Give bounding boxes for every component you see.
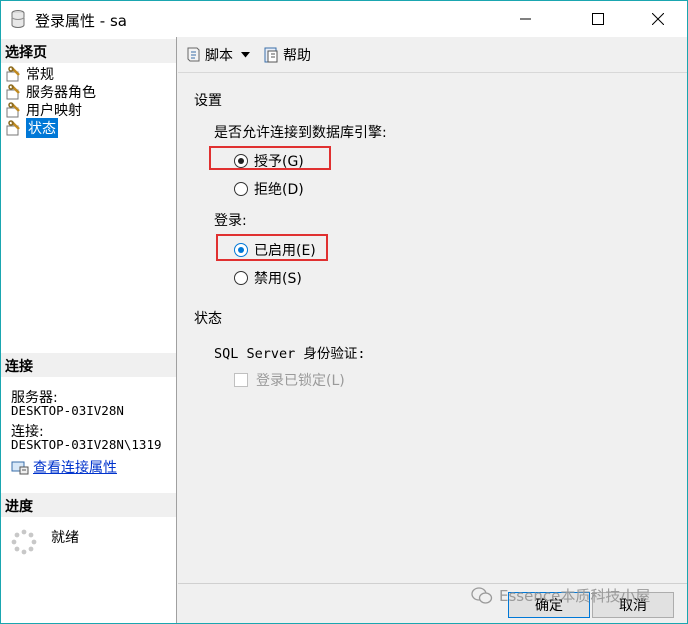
server-value: DESKTOP-03IV28N bbox=[11, 403, 124, 418]
help-label: 帮助 bbox=[283, 48, 311, 64]
page-wrench-icon bbox=[6, 84, 20, 100]
maximize-button[interactable] bbox=[575, 1, 621, 37]
script-label: 脚本 bbox=[205, 48, 233, 64]
page-item-server-roles[interactable]: 服务器角色 bbox=[5, 83, 96, 101]
connection-value: DESKTOP-03IV28N\1319 bbox=[11, 437, 162, 452]
status-page-content: 设置 是否允许连接到数据库引擎: 授予(G) 拒绝(D) 登录: 已启用(E) … bbox=[178, 74, 687, 583]
page-wrench-icon bbox=[6, 66, 20, 82]
watermark-text: Essence本质科技小屋 bbox=[499, 587, 651, 605]
page-item-label: 用户映射 bbox=[26, 103, 82, 119]
connection-properties-icon bbox=[11, 461, 29, 475]
progress-header: 进度 bbox=[1, 493, 176, 517]
settings-section-title: 设置 bbox=[194, 93, 222, 109]
login-locked-label: 登录已锁定(L) bbox=[256, 373, 345, 389]
status-section-title: 状态 bbox=[194, 311, 222, 327]
disabled-radio[interactable]: 禁用(S) bbox=[234, 268, 302, 288]
login-label: 登录: bbox=[214, 213, 247, 229]
disabled-radio-label: 禁用(S) bbox=[254, 271, 302, 287]
script-button[interactable]: 脚本 bbox=[184, 45, 250, 65]
radio-button[interactable] bbox=[234, 154, 248, 168]
progress-status: 就绪 bbox=[51, 530, 79, 546]
progress-spinner-icon bbox=[11, 529, 37, 555]
title-bar[interactable]: 登录属性 - sa bbox=[1, 1, 687, 37]
deny-radio[interactable]: 拒绝(D) bbox=[234, 179, 304, 199]
login-locked-checkbox: 登录已锁定(L) bbox=[234, 370, 345, 390]
view-connection-properties-label: 查看连接属性 bbox=[33, 460, 117, 476]
database-icon bbox=[11, 10, 25, 28]
script-icon bbox=[187, 47, 200, 62]
login-properties-window: 登录属性 - sa 选择页 常规 服务器角色 用户映射 状态 连接 服务器: D… bbox=[0, 0, 688, 624]
radio-button[interactable] bbox=[234, 271, 248, 285]
toolbar: 脚本 帮助 bbox=[178, 37, 687, 73]
minimize-button[interactable] bbox=[503, 1, 549, 37]
permission-question-label: 是否允许连接到数据库引擎: bbox=[214, 125, 387, 141]
deny-radio-label: 拒绝(D) bbox=[254, 182, 304, 198]
help-icon bbox=[264, 47, 278, 63]
wechat-icon bbox=[471, 586, 493, 604]
left-pane: 选择页 常规 服务器角色 用户映射 状态 连接 服务器: DESKTOP-03I… bbox=[1, 37, 177, 623]
enabled-radio-label: 已启用(E) bbox=[254, 243, 316, 259]
page-item-status[interactable]: 状态 bbox=[5, 118, 58, 138]
close-button[interactable] bbox=[635, 1, 681, 37]
page-wrench-icon bbox=[6, 102, 20, 118]
radio-button[interactable] bbox=[234, 243, 248, 257]
page-item-general[interactable]: 常规 bbox=[5, 65, 54, 83]
sql-auth-label: SQL Server 身份验证: bbox=[214, 346, 366, 362]
grant-radio-label: 授予(G) bbox=[254, 154, 304, 170]
grant-radio[interactable]: 授予(G) bbox=[234, 151, 304, 171]
minimize-icon bbox=[520, 18, 531, 20]
chevron-down-icon[interactable] bbox=[241, 52, 250, 58]
maximize-icon bbox=[592, 13, 604, 25]
close-icon bbox=[652, 13, 664, 25]
help-button[interactable]: 帮助 bbox=[262, 45, 311, 65]
page-item-user-mapping[interactable]: 用户映射 bbox=[5, 101, 82, 119]
page-item-label: 状态 bbox=[26, 118, 58, 138]
window-title: 登录属性 - sa bbox=[35, 12, 127, 30]
page-item-label: 服务器角色 bbox=[26, 85, 96, 101]
radio-button[interactable] bbox=[234, 182, 248, 196]
page-wrench-icon bbox=[6, 120, 20, 136]
connection-header: 连接 bbox=[1, 353, 176, 377]
enabled-radio[interactable]: 已启用(E) bbox=[234, 240, 316, 260]
checkbox bbox=[234, 373, 248, 387]
view-connection-properties-link[interactable]: 查看连接属性 bbox=[11, 457, 117, 477]
page-item-label: 常规 bbox=[26, 67, 54, 83]
watermark: Essence本质科技小屋 bbox=[471, 585, 650, 606]
select-page-header: 选择页 bbox=[1, 39, 176, 63]
